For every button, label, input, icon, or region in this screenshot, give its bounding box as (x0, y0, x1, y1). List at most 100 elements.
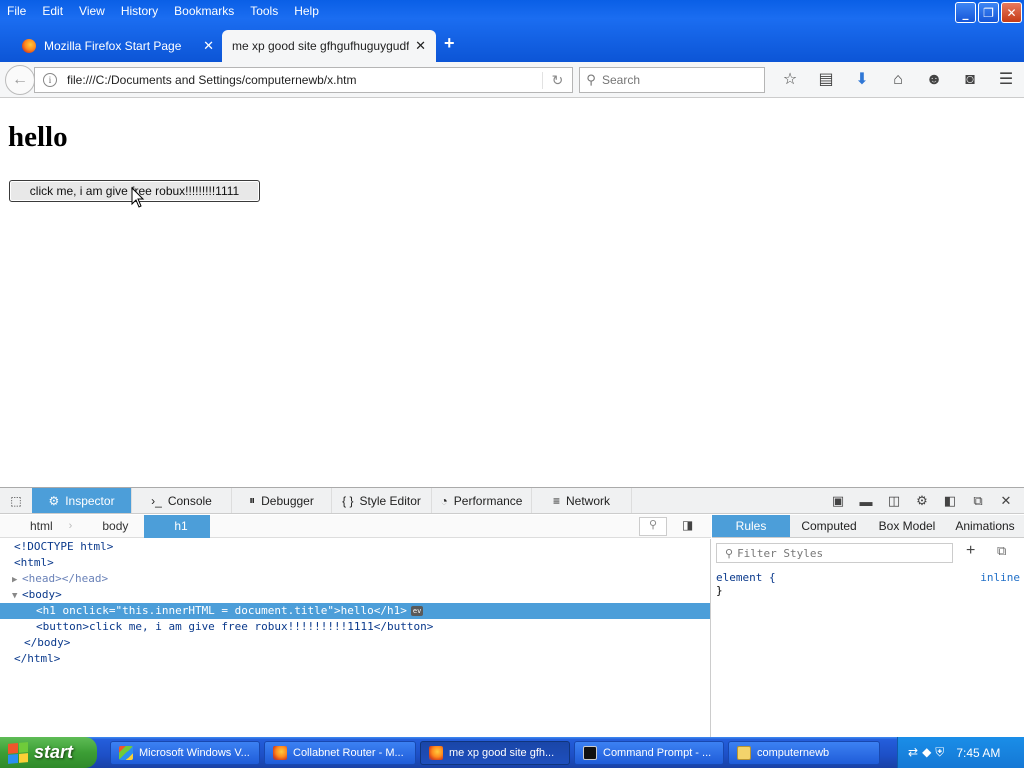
update-tray-icon[interactable]: ◆ (922, 745, 931, 760)
reload-icon[interactable]: ↻ (542, 71, 572, 89)
url-bar[interactable]: i ↻ (34, 67, 573, 93)
pocket-icon[interactable]: ◙ (952, 68, 988, 92)
menu-help[interactable]: Help (286, 2, 327, 20)
filter-styles-input[interactable]: ⚲ Filter Styles (716, 543, 953, 563)
menu-view[interactable]: View (71, 2, 113, 20)
menu-file[interactable]: File (0, 2, 34, 20)
toggle-sidebar-icon[interactable]: ◨ (682, 518, 693, 532)
markup-line[interactable]: </body> (0, 635, 710, 651)
taskbar-item-label: Command Prompt - ... (603, 747, 712, 759)
markup-line-selected[interactable]: <h1 onclick="this.innerHTML = document.t… (0, 603, 710, 619)
back-arrow-icon[interactable]: ← (5, 65, 35, 95)
bookmark-star-icon[interactable]: ☆ (772, 68, 808, 92)
smiley-feedback-icon[interactable]: ☻ (916, 68, 952, 92)
taskbar-item-command-prompt[interactable]: Command Prompt - ... (574, 741, 724, 765)
system-tray: ⇄ ◆ ⛨ 7:45 AM (897, 737, 1024, 768)
tab-rules[interactable]: Rules (712, 515, 790, 537)
tab-animations[interactable]: Animations (946, 515, 1024, 537)
devtools-tab-inspector[interactable]: ⚙ Inspector (32, 488, 132, 513)
home-icon[interactable]: ⌂ (880, 68, 916, 92)
taskbar-item-label: me xp good site gfh... (449, 747, 555, 759)
menu-tools[interactable]: Tools (242, 2, 286, 20)
devtools-tab-performance[interactable]: ◔ Performance (432, 488, 532, 513)
performance-icon: ◔ (440, 493, 448, 508)
firefox-icon (273, 746, 287, 760)
frame-select-icon[interactable]: ▣ (824, 493, 852, 509)
devtools-tab-style-editor[interactable]: { } Style Editor (332, 488, 432, 513)
restore-button[interactable]: ❐ (978, 2, 999, 23)
devtools-tab-console[interactable]: ›_ Console (132, 488, 232, 513)
event-badge[interactable]: ev (410, 606, 424, 616)
firefox-icon (22, 38, 36, 53)
window-titlebar: File Edit View History Bookmarks Tools H… (0, 0, 1024, 62)
markup-line[interactable]: <!DOCTYPE html> (0, 539, 710, 555)
taskbar-item-active-site[interactable]: me xp good site gfh... (420, 741, 570, 765)
search-input[interactable] (602, 73, 764, 87)
undock-window-icon[interactable]: ⧉ (964, 493, 992, 509)
taskbar-item-folder[interactable]: computernewb (728, 741, 880, 765)
close-window-button[interactable]: ✕ (1001, 2, 1022, 23)
network-tray-icon[interactable]: ⇄ (908, 745, 918, 760)
tab-label: Mozilla Firefox Start Page (44, 38, 182, 53)
expand-triangle-icon[interactable]: ▶ (12, 572, 22, 588)
menu-edit[interactable]: Edit (34, 2, 71, 20)
collapse-triangle-icon[interactable]: ▼ (12, 588, 22, 604)
dock-side-icon[interactable]: ◧ (936, 493, 964, 509)
menu-history[interactable]: History (113, 2, 166, 20)
rule-source[interactable]: inline (980, 571, 1020, 584)
markup-search-icon[interactable]: ⚲ (639, 517, 667, 536)
filter-placeholder: Filter Styles (737, 546, 824, 560)
responsive-mode-icon[interactable]: ◫ (880, 493, 908, 509)
menu-bookmarks[interactable]: Bookmarks (166, 2, 242, 20)
search-icon: ⚲ (586, 72, 596, 87)
reading-list-icon[interactable]: ▤ (808, 68, 844, 92)
new-tab-icon[interactable]: + (444, 33, 455, 54)
tab-close-icon[interactable]: ✕ (203, 38, 214, 54)
tab-active-site[interactable]: me xp good site gfhgufhuguygudf ✕ (222, 30, 436, 62)
taskbar-item-windows-v[interactable]: Microsoft Windows V... (110, 741, 260, 765)
rule-selector[interactable]: element { (716, 571, 1020, 584)
settings-gear-icon[interactable]: ⚙ (908, 493, 936, 509)
download-arrow-icon[interactable]: ⬇ (844, 68, 880, 92)
close-devtools-icon[interactable]: ✕ (992, 493, 1020, 509)
search-bar[interactable]: ⚲ (579, 67, 765, 93)
devtools-tab-label: Inspector (65, 493, 115, 508)
rules-sidebar: Rules Computed Box Model Animations ⚲ Fi… (712, 515, 1024, 738)
hamburger-menu-icon[interactable]: ☰ (988, 68, 1024, 92)
tab-box-model[interactable]: Box Model (868, 515, 946, 537)
sidebar-tabs: Rules Computed Box Model Animations (712, 515, 1024, 538)
markup-text: <head></head> (22, 572, 109, 585)
breadcrumb-html[interactable]: html (0, 515, 69, 538)
taskbar-item-collabnet[interactable]: Collabnet Router - M... (264, 741, 416, 765)
devtools-tab-label: Performance (453, 493, 523, 508)
split-console-icon[interactable]: ▬ (852, 494, 880, 509)
breadcrumb-h1[interactable]: h1 (144, 514, 210, 538)
rule-close-brace: } (716, 584, 723, 597)
command-prompt-icon (583, 746, 597, 760)
markup-line[interactable]: </html> (0, 651, 710, 667)
page-heading[interactable]: hello (8, 121, 68, 154)
markup-line-body[interactable]: ▼ <body> (0, 587, 710, 603)
devtools-tab-debugger[interactable]: ⏸ Debugger (232, 488, 332, 513)
breadcrumb-body[interactable]: body (72, 515, 144, 538)
markup-line[interactable]: <html> (0, 555, 710, 571)
tab-firefox-start[interactable]: Mozilla Firefox Start Page ✕ (12, 29, 224, 62)
url-input[interactable] (67, 73, 542, 87)
tab-computed[interactable]: Computed (790, 515, 868, 537)
clock: 7:45 AM (956, 745, 1001, 760)
breadcrumb: html › body h1 ⚲ ◨ (0, 514, 711, 538)
tab-close-icon[interactable]: ✕ (415, 38, 426, 54)
pseudo-class-toggle-icon[interactable]: ⧉ (997, 543, 1006, 559)
info-icon[interactable]: i (43, 73, 57, 87)
devtools-tab-label: Console (167, 493, 212, 508)
start-button[interactable]: start (0, 737, 97, 768)
minimize-button[interactable]: _ (955, 2, 976, 23)
element-picker-icon[interactable]: ⬚ (0, 488, 32, 513)
markup-line[interactable]: <button>click me, i am give free robux!!… (0, 619, 710, 635)
add-rule-icon[interactable]: + (966, 542, 975, 560)
network-icon: ≡ (552, 493, 560, 508)
markup-line-head[interactable]: ▶ <head></head> (0, 571, 710, 587)
security-shield-icon[interactable]: ⛨ (935, 745, 944, 760)
devtools-tab-label: Debugger (261, 493, 314, 508)
devtools-tab-network[interactable]: ≡ Network (532, 488, 632, 513)
